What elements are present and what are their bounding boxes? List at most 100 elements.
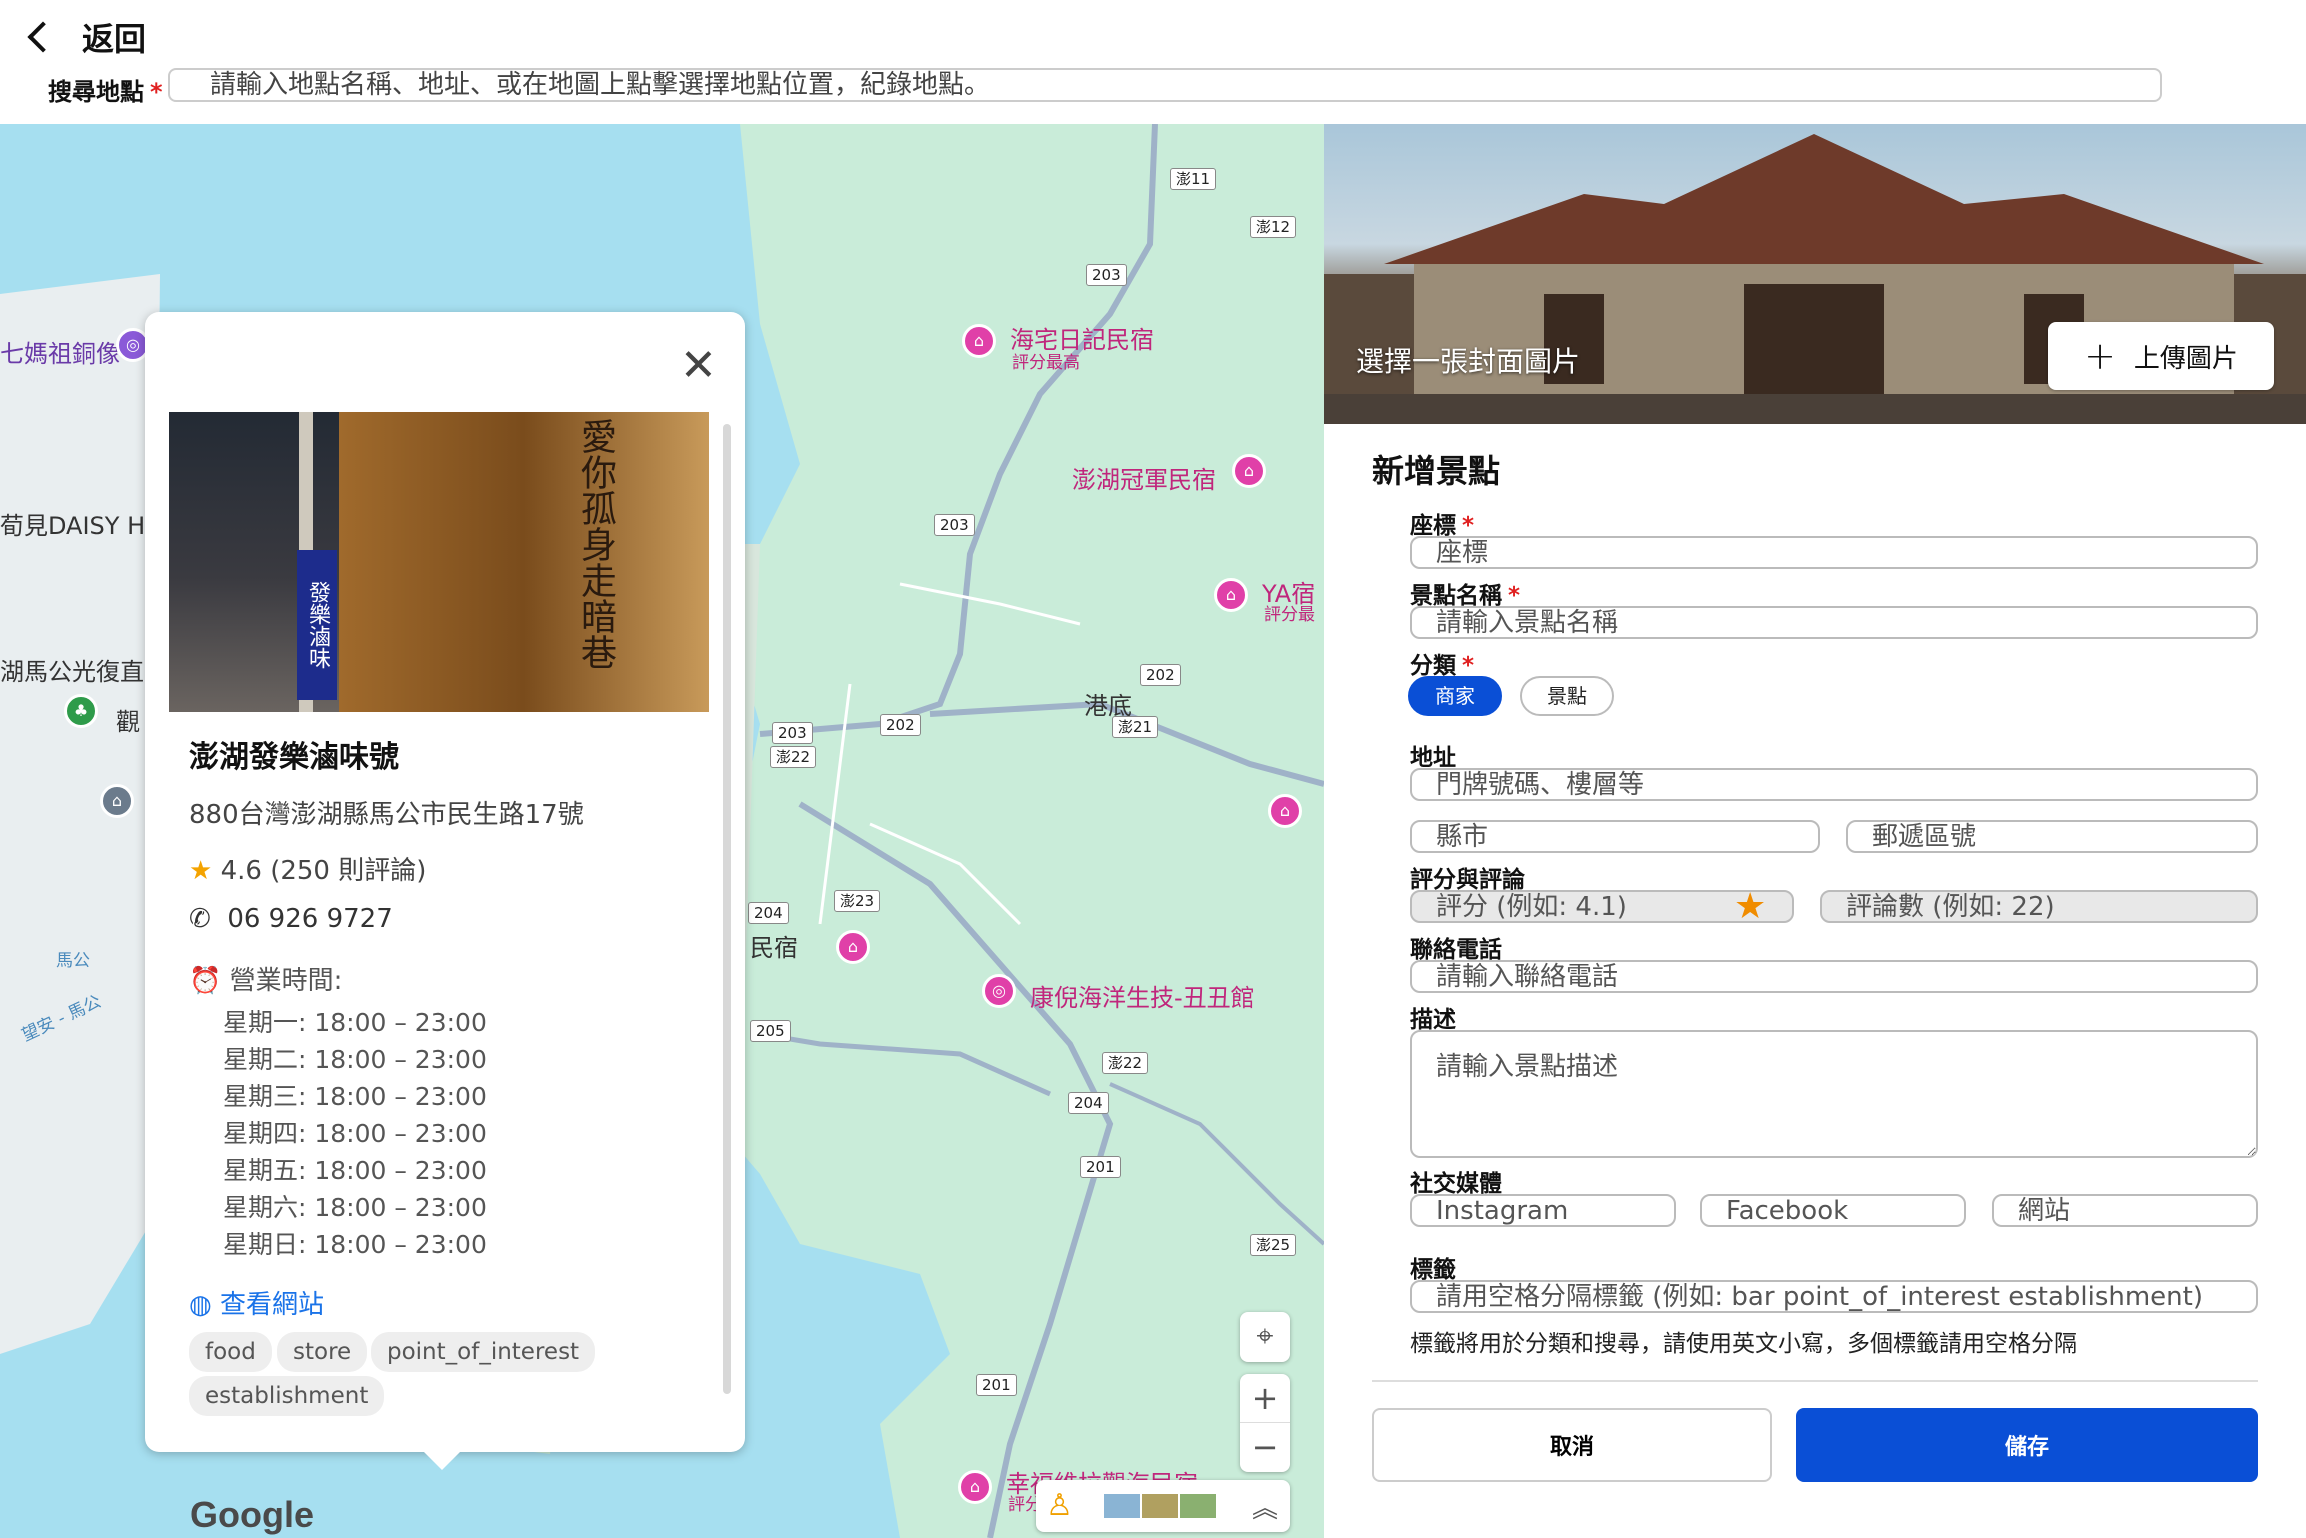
lodging-marker[interactable]: ⌂ bbox=[958, 1470, 992, 1504]
upload-image-button[interactable]: + 上傳圖片 bbox=[2048, 322, 2274, 390]
hours-row: 星期四: 18:00 – 23:00 bbox=[223, 1119, 487, 1148]
close-icon[interactable]: ✕ bbox=[680, 344, 717, 388]
road-shield: 201 bbox=[976, 1374, 1017, 1396]
alarm-clock-icon: ⏰ bbox=[189, 966, 222, 996]
road-shield: 澎12 bbox=[1250, 216, 1297, 238]
category-option-attraction[interactable]: 景點 bbox=[1520, 676, 1614, 716]
required-mark: * bbox=[150, 78, 163, 106]
address-label: 地址 bbox=[1410, 745, 1456, 771]
chevron-left-icon bbox=[27, 21, 59, 53]
hours-title-text: 營業時間: bbox=[229, 966, 343, 996]
description-label: 描述 bbox=[1410, 1007, 1456, 1033]
globe-icon: ◍ bbox=[189, 1290, 212, 1320]
save-button[interactable]: 儲存 bbox=[1796, 1408, 2258, 1482]
place-label: 荀見DAISY HO bbox=[0, 512, 165, 540]
lodging-marker[interactable]: ⌂ bbox=[836, 930, 870, 964]
hours-row: 星期五: 18:00 – 23:00 bbox=[223, 1156, 487, 1185]
lodging-marker[interactable]: ⌂ bbox=[962, 324, 996, 358]
road-shield: 202 bbox=[880, 714, 921, 736]
facebook-input[interactable] bbox=[1700, 1194, 1966, 1227]
tags-label: 標籤 bbox=[1410, 1257, 1456, 1283]
website-link-text: 查看網站 bbox=[219, 1290, 324, 1320]
place-phone: ✆ 06 926 9727 bbox=[189, 904, 393, 934]
back-button[interactable]: 返回 bbox=[22, 14, 146, 60]
tag-chip: point_of_interest bbox=[371, 1332, 596, 1372]
name-input[interactable] bbox=[1410, 606, 2258, 639]
place-photo: 發樂滷味 愛你孤身走暗巷 bbox=[169, 412, 709, 712]
attraction-marker[interactable]: ◎ bbox=[982, 974, 1016, 1008]
hours-row: 星期二: 18:00 – 23:00 bbox=[223, 1045, 487, 1074]
poi-sublabel: 評分最 bbox=[1264, 605, 1315, 625]
category-option-merchant[interactable]: 商家 bbox=[1408, 676, 1502, 716]
map-type-control[interactable]: ♙ ︽ bbox=[1036, 1480, 1290, 1532]
terrain-thumbnail-icon[interactable] bbox=[1180, 1494, 1216, 1518]
review-count-input[interactable] bbox=[1820, 890, 2258, 923]
zoom-in-button[interactable]: + bbox=[1240, 1374, 1290, 1423]
zip-input[interactable] bbox=[1846, 820, 2258, 853]
cancel-button[interactable]: 取消 bbox=[1372, 1408, 1772, 1482]
poi-sublabel: 評分最高 bbox=[1012, 353, 1080, 373]
card-pointer bbox=[420, 1448, 464, 1470]
back-label: 返回 bbox=[82, 20, 147, 58]
road-shield: 203 bbox=[1086, 264, 1127, 286]
hours-list: 星期一: 18:00 – 23:00 星期二: 18:00 – 23:00 星期… bbox=[223, 1004, 487, 1263]
map-view[interactable]: 澎11 澎12 203 203 202 澎21 203 202 澎22 204 … bbox=[0, 124, 1324, 1538]
place-label: 七媽祖銅像 bbox=[0, 340, 120, 368]
road-shield: 204 bbox=[748, 902, 789, 924]
road-shield: 澎23 bbox=[834, 890, 881, 912]
instagram-input[interactable] bbox=[1410, 1194, 1676, 1227]
road-shield: 203 bbox=[934, 514, 975, 536]
zoom-control: + − bbox=[1240, 1374, 1290, 1472]
land-west bbox=[0, 274, 160, 1354]
satellite-thumbnail-icon[interactable] bbox=[1142, 1494, 1178, 1518]
hours-row: 星期六: 18:00 – 23:00 bbox=[223, 1193, 487, 1222]
phone-input[interactable] bbox=[1410, 960, 2258, 993]
rating-text: 4.6 (250 則評論) bbox=[220, 856, 427, 886]
photo-calligraphy: 愛你孤身走暗巷 bbox=[575, 418, 616, 670]
card-scrollbar[interactable] bbox=[723, 424, 731, 1394]
poi-label: 康倪海洋生技-丑丑館 bbox=[1030, 984, 1255, 1012]
lodging-marker[interactable]: ⌂ bbox=[1214, 578, 1248, 612]
crosshair-icon: ⌖ bbox=[1256, 1319, 1274, 1354]
road-shield: 澎25 bbox=[1250, 1234, 1297, 1256]
cover-image[interactable]: 選擇一張封面圖片 + 上傳圖片 bbox=[1324, 124, 2306, 424]
city-input[interactable] bbox=[1410, 820, 1820, 853]
map-thumbnail-icon[interactable] bbox=[1104, 1494, 1140, 1518]
chevron-up-icon[interactable]: ︽ bbox=[1252, 1488, 1278, 1525]
park-marker[interactable]: ♣ bbox=[64, 694, 98, 728]
lodging-marker[interactable]: ⌂ bbox=[1232, 454, 1266, 488]
top-bar: 返回 搜尋地點 * bbox=[0, 0, 2306, 125]
road-shield: 202 bbox=[1140, 664, 1181, 686]
google-logo: Google bbox=[190, 1494, 314, 1535]
place-info-card: ✕ 發樂滷味 愛你孤身走暗巷 澎湖發樂滷味號 880台灣澎湖縣馬公市民生路17號… bbox=[145, 312, 745, 1470]
plus-icon: + bbox=[2084, 334, 2116, 378]
place-label: 民宿 bbox=[750, 934, 798, 962]
search-input[interactable] bbox=[168, 68, 2162, 102]
photo-shop-sign: 發樂滷味 bbox=[297, 550, 337, 700]
coord-input[interactable] bbox=[1410, 536, 2258, 569]
address-input[interactable] bbox=[1410, 768, 2258, 801]
lodging-marker[interactable]: ⌂ bbox=[1268, 794, 1302, 828]
tags-input[interactable] bbox=[1410, 1280, 2258, 1313]
place-rating: ★ 4.6 (250 則評論) bbox=[189, 850, 426, 887]
pegman-icon[interactable]: ♙ bbox=[1046, 1488, 1073, 1523]
rating-label: 評分與評論 bbox=[1410, 867, 1525, 893]
ferry-route-label: 馬公 bbox=[56, 951, 90, 971]
road-shield: 205 bbox=[750, 1020, 791, 1042]
tags-hint: 標籤將用於分類和搜尋，請使用英文小寫，多個標籤請用空格分隔 bbox=[1410, 1331, 2077, 1357]
tag-chip: store bbox=[277, 1332, 368, 1372]
place-label: 港底 bbox=[1084, 692, 1132, 720]
road-shield: 203 bbox=[772, 722, 813, 744]
website-input[interactable] bbox=[1992, 1194, 2258, 1227]
road-shield: 澎11 bbox=[1170, 168, 1217, 190]
zoom-out-button[interactable]: − bbox=[1240, 1423, 1290, 1471]
my-location-button[interactable]: ⌖ bbox=[1240, 1312, 1290, 1362]
website-link[interactable]: ◍ 查看網站 bbox=[189, 1284, 324, 1321]
museum-marker[interactable]: ⌂ bbox=[100, 784, 134, 818]
place-label: 觀 bbox=[116, 708, 140, 736]
hours-title: ⏰ 營業時間: bbox=[189, 960, 342, 997]
road-shield: 201 bbox=[1080, 1156, 1121, 1178]
description-textarea[interactable] bbox=[1410, 1030, 2258, 1158]
tag-chip: establishment bbox=[189, 1376, 385, 1416]
photo-wall bbox=[339, 412, 709, 712]
